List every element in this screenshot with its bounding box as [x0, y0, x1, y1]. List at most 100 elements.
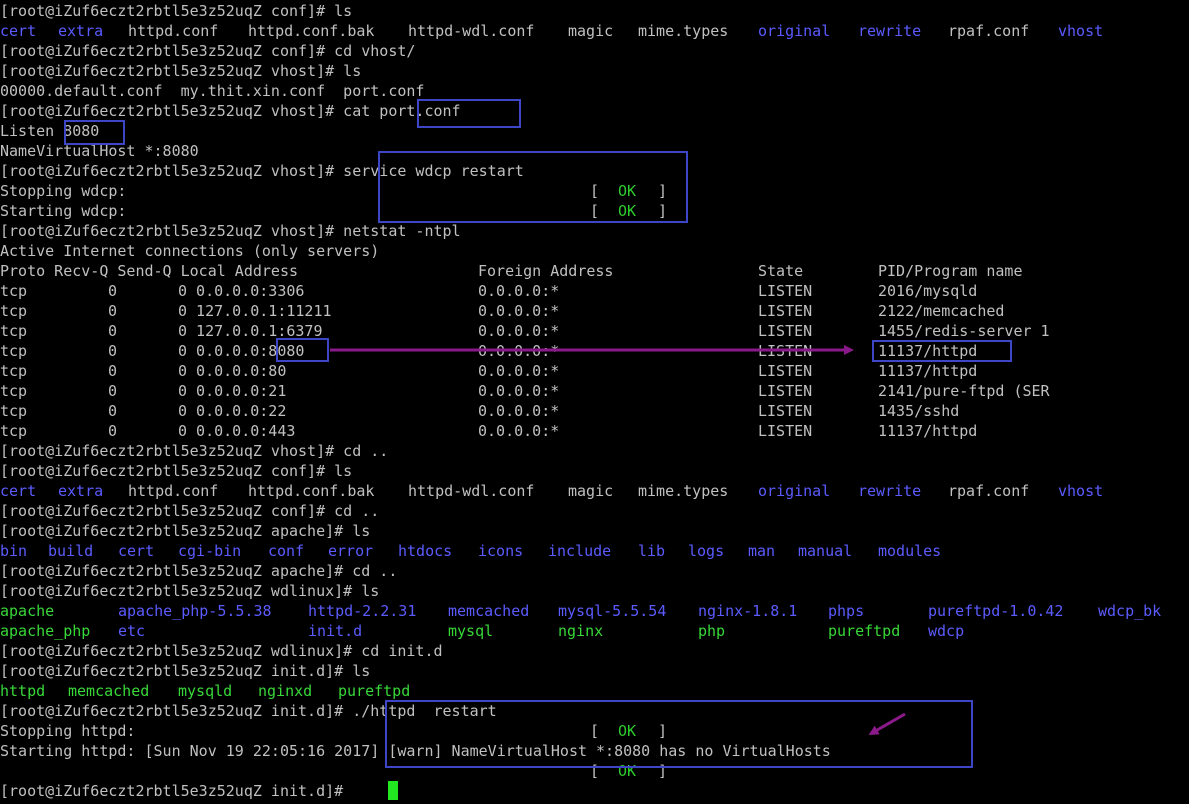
terminal-text: 0 0.0.0.0:3306 — [178, 282, 305, 300]
terminal-text: httpd.conf.bak — [248, 482, 375, 500]
terminal-text: rewrite — [858, 482, 922, 500]
terminal-text: nginxd — [258, 682, 313, 700]
highlight-box-port-conf — [417, 99, 521, 128]
terminal-text: htdocs — [398, 542, 453, 560]
terminal-text: manual — [798, 542, 853, 560]
terminal-text: icons — [478, 542, 524, 560]
terminal-text: 0 — [108, 422, 118, 440]
highlight-box-httpd-restart — [385, 700, 973, 768]
terminal-text: wdcp_bk — [1098, 602, 1162, 620]
terminal-text: LISTEN — [758, 382, 813, 400]
terminal-text: 2141/pure-ftpd (SER — [878, 382, 1050, 400]
terminal-text: 00000.default.conf my.thit.xin.conf port… — [0, 82, 425, 100]
terminal-text: [root@iZuf6eczt2rbtl5e3z52uqZ conf]# ls — [0, 2, 353, 20]
terminal-text: [root@iZuf6eczt2rbtl5e3z52uqZ vhost]# ne… — [0, 222, 461, 240]
terminal-text: include — [548, 542, 612, 560]
highlight-box-httpd-pid — [872, 340, 1012, 362]
terminal-text: 0 0.0.0.0:443 — [178, 422, 296, 440]
terminal-text: mysql — [448, 622, 494, 640]
terminal-text: State — [758, 262, 804, 280]
terminal-text: [root@iZuf6eczt2rbtl5e3z52uqZ conf]# cd … — [0, 502, 380, 520]
terminal-text: tcp — [0, 342, 28, 360]
terminal-text: Foreign Address — [478, 262, 614, 280]
terminal-text: [root@iZuf6eczt2rbtl5e3z52uqZ vhost]# ca… — [0, 102, 461, 120]
terminal-text: httpd-wdl.conf — [408, 482, 535, 500]
terminal-text: bin — [0, 542, 28, 560]
terminal-text: 0 127.0.0.1:11211 — [178, 302, 332, 320]
terminal-window[interactable]: [root@iZuf6eczt2rbtl5e3z52uqZ conf]# ls c… — [0, 0, 1189, 804]
terminal-text: Proto Recv-Q Send-Q Local Address — [0, 262, 299, 280]
terminal-text: 1435/sshd — [878, 402, 960, 420]
terminal-text: magic — [568, 482, 614, 500]
terminal-text: 0.0.0.0:* — [478, 422, 560, 440]
terminal-text: 2122/memcached — [878, 302, 1005, 320]
terminal-text: 2016/mysqld — [878, 282, 978, 300]
terminal-text: original — [758, 22, 831, 40]
terminal-text: 0.0.0.0:* — [478, 382, 560, 400]
terminal-text: LISTEN — [758, 402, 813, 420]
terminal-text: mysqld — [178, 682, 233, 700]
terminal-text: httpd — [0, 682, 46, 700]
terminal-text: 0 0.0.0.0:21 — [178, 382, 287, 400]
terminal-text: nginx-1.8.1 — [698, 602, 798, 620]
terminal-text: wdcp — [928, 622, 965, 640]
terminal-text: error — [328, 542, 374, 560]
highlight-box-listen-8080 — [64, 120, 125, 145]
terminal-text: lib — [638, 542, 666, 560]
terminal-text: [root@iZuf6eczt2rbtl5e3z52uqZ init.d]# l… — [0, 662, 371, 680]
terminal-text: cert — [0, 482, 37, 500]
terminal-text: conf — [268, 542, 305, 560]
terminal-text: 1455/redis-server 1 — [878, 322, 1050, 340]
terminal-text: LISTEN — [758, 322, 813, 340]
terminal-text: 0 0.0.0.0:22 — [178, 402, 287, 420]
terminal-text: etc — [118, 622, 146, 640]
terminal-text: [root@iZuf6eczt2rbtl5e3z52uqZ vhost]# cd… — [0, 442, 389, 460]
terminal-text: mime.types — [638, 22, 729, 40]
terminal-text: 0.0.0.0:* — [478, 322, 560, 340]
terminal-text: phps — [828, 602, 865, 620]
terminal-text: tcp — [0, 282, 28, 300]
terminal-text: [root@iZuf6eczt2rbtl5e3z52uqZ wdlinux]# … — [0, 642, 443, 660]
terminal-text: Stopping wdcp: — [0, 182, 127, 200]
terminal-text: 0 — [108, 322, 118, 340]
terminal-text: 11137/httpd — [878, 422, 978, 440]
terminal-text: apache — [0, 602, 55, 620]
terminal-text: cgi-bin — [178, 542, 242, 560]
terminal-text: [root@iZuf6eczt2rbtl5e3z52uqZ vhost]# ls — [0, 62, 362, 80]
terminal-text: rewrite — [858, 22, 922, 40]
terminal-text: tcp — [0, 322, 28, 340]
terminal-text: LISTEN — [758, 422, 813, 440]
terminal-cursor — [388, 781, 398, 800]
terminal-text: [root@iZuf6eczt2rbtl5e3z52uqZ apache]# c… — [0, 562, 398, 580]
terminal-text: tcp — [0, 362, 28, 380]
terminal-text: nginx — [558, 622, 604, 640]
terminal-text: httpd-wdl.conf — [408, 22, 535, 40]
terminal-text: 0 0.0.0.0:80 — [178, 362, 287, 380]
terminal-text: httpd-2.2.31 — [308, 602, 417, 620]
terminal-text: [root@iZuf6eczt2rbtl5e3z52uqZ conf]# cd … — [0, 42, 416, 60]
terminal-text: 0.0.0.0:* — [478, 362, 560, 380]
terminal-text: extra — [58, 482, 104, 500]
terminal-text: init.d — [308, 622, 363, 640]
terminal-text: LISTEN — [758, 302, 813, 320]
terminal-text: pureftpd-1.0.42 — [928, 602, 1064, 620]
terminal-text: Stopping httpd: — [0, 722, 136, 740]
terminal-text: build — [48, 542, 94, 560]
terminal-text: cert — [118, 542, 155, 560]
terminal-text: 0 — [108, 282, 118, 300]
terminal-text: 0 — [108, 362, 118, 380]
terminal-text: [root@iZuf6eczt2rbtl5e3z52uqZ apache]# l… — [0, 522, 371, 540]
terminal-text: 0.0.0.0:* — [478, 402, 560, 420]
terminal-text: extra — [58, 22, 104, 40]
terminal-text: tcp — [0, 382, 28, 400]
terminal-text: tcp — [0, 422, 28, 440]
terminal-text: tcp — [0, 402, 28, 420]
terminal-text: pureftpd — [828, 622, 901, 640]
terminal-text: original — [758, 482, 831, 500]
terminal-text: apache_php — [0, 622, 91, 640]
terminal-text: man — [748, 542, 776, 560]
terminal-text: httpd.conf — [128, 22, 219, 40]
terminal-text: cert — [0, 22, 37, 40]
terminal-text: php — [698, 622, 726, 640]
terminal-text: httpd.conf — [128, 482, 219, 500]
